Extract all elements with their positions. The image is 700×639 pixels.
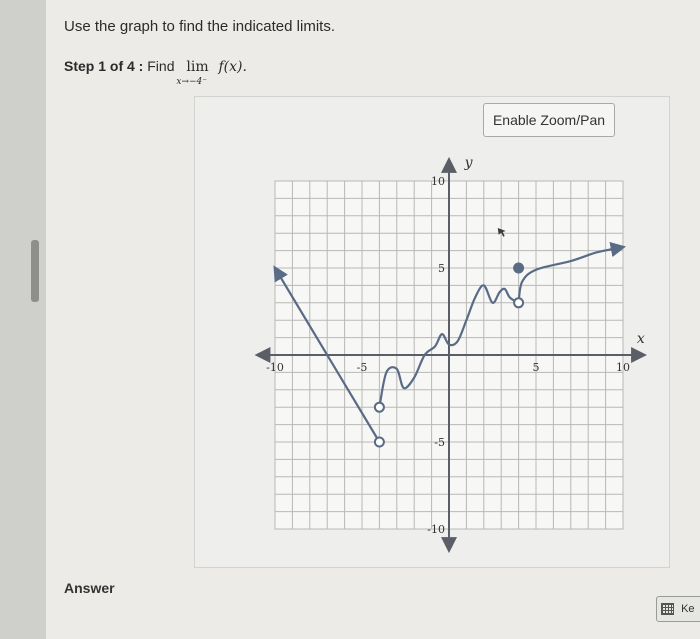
answer-label: Answer (64, 580, 115, 596)
closed-point (513, 262, 525, 274)
y-tick-label: 10 (431, 175, 445, 188)
y-tick-label: 5 (438, 262, 445, 275)
enable-zoom-pan-button[interactable]: Enable Zoom/Pan (483, 103, 615, 137)
function-graph[interactable]: x y -10 -5 5 10 10 5 -5 -10 (195, 97, 669, 567)
lim-word: lim (186, 59, 209, 75)
open-point (373, 401, 385, 413)
instruction-text: Use the graph to find the indicated limi… (64, 18, 335, 35)
keypad-icon (661, 603, 674, 616)
scrollbar-handle[interactable] (31, 240, 39, 302)
x-tick-label: 5 (533, 361, 540, 374)
keypad-button[interactable]: Ke (656, 596, 700, 622)
step-prompt: Step 1 of 4 : Find lim x→−4⁻ f(x). (64, 58, 247, 87)
graph-card: x y -10 -5 5 10 10 5 -5 -10 Enable Zoom/Pan (194, 96, 670, 568)
y-axis-label: y (464, 155, 474, 171)
x-tick-label: -5 (357, 361, 368, 374)
x-tick-label: 10 (616, 361, 630, 374)
lim-subscript: x→−4⁻ (176, 77, 208, 87)
function-expression: f(x). (218, 59, 247, 75)
left-rail (0, 0, 46, 639)
find-text: Find (147, 58, 175, 74)
open-point (373, 436, 385, 448)
question-panel: Use the graph to find the indicated limi… (46, 0, 700, 639)
x-axis-label: x (637, 331, 645, 347)
limit-expression: lim x→−4⁻ (176, 59, 209, 87)
y-tick-label: -5 (434, 436, 445, 449)
step-label: Step 1 of 4 : (64, 58, 144, 74)
y-tick-label: -10 (427, 523, 445, 536)
open-point (513, 297, 525, 309)
x-tick-label: -10 (266, 361, 284, 374)
keypad-label: Ke (681, 603, 695, 616)
